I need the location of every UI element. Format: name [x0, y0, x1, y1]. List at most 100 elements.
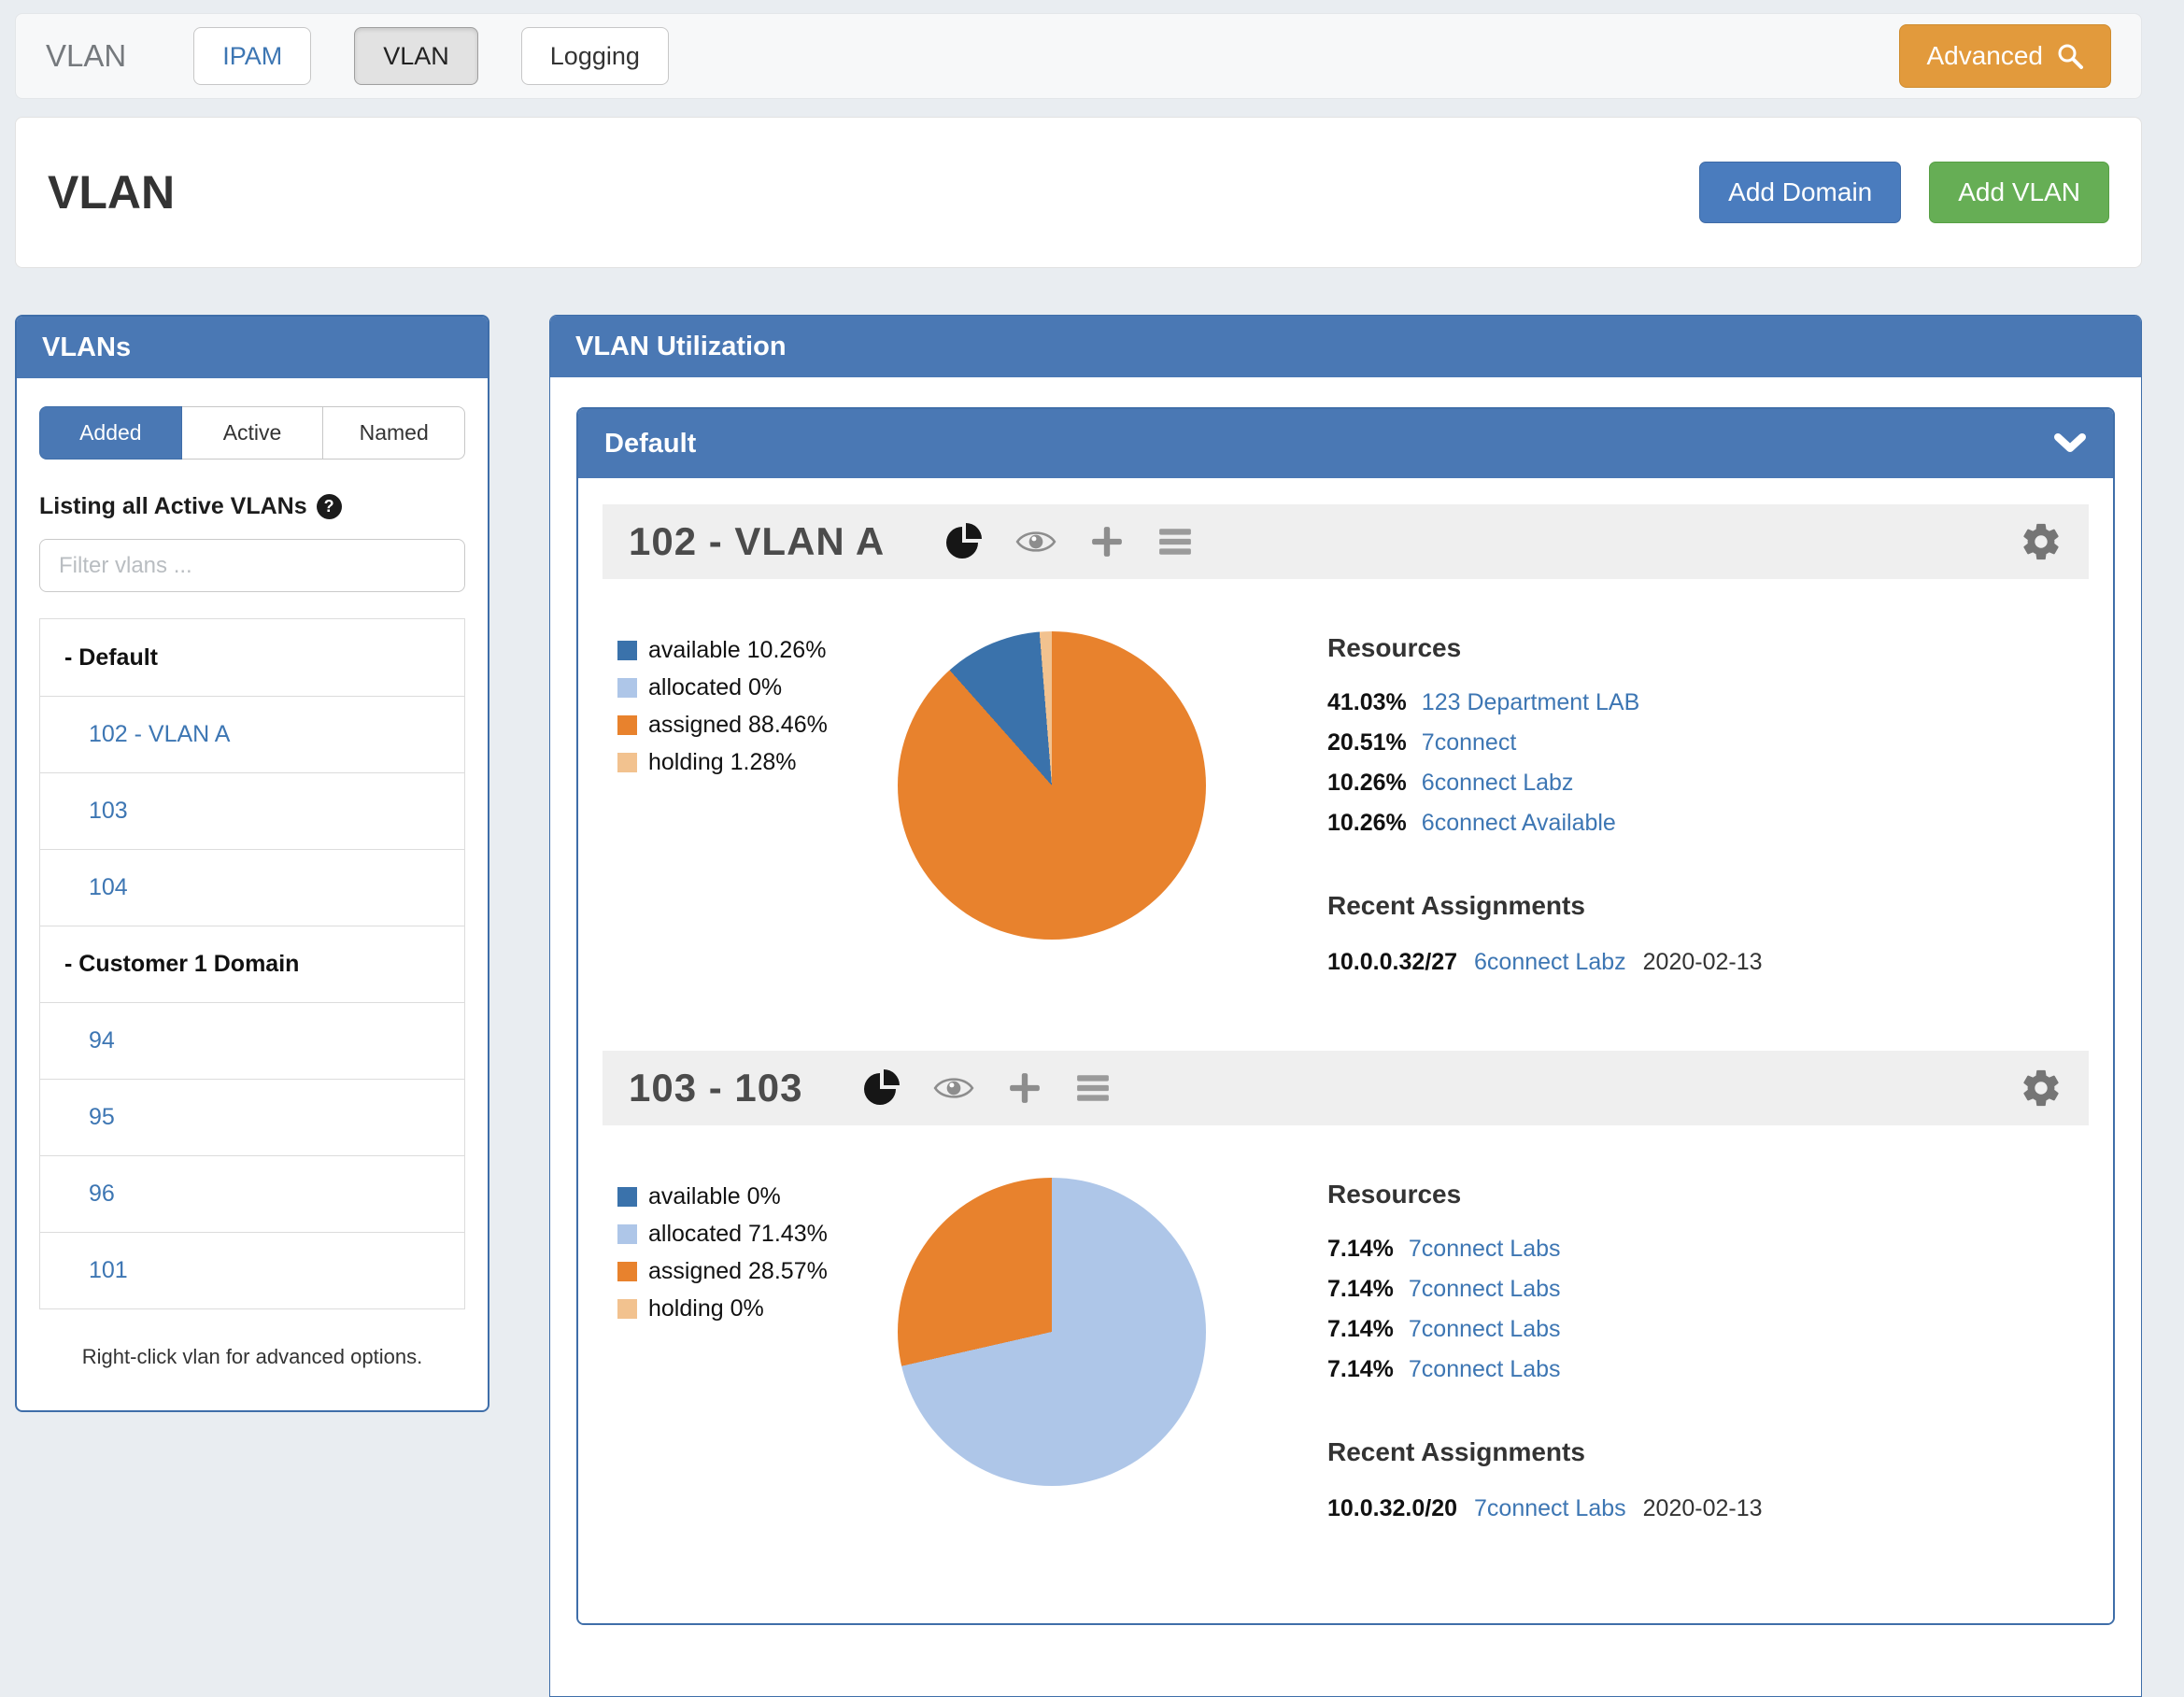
assignment-row: 10.0.0.32/27 6connect Labz 2020-02-13 [1327, 949, 1763, 976]
tab-active[interactable]: Active [182, 406, 324, 460]
resource-link[interactable]: 7connect [1422, 729, 1516, 757]
resource-percent: 7.14% [1327, 1236, 1394, 1263]
vlan-list-item[interactable]: 101 [40, 1232, 464, 1308]
assignment-cidr: 10.0.0.32/27 [1327, 949, 1457, 976]
vlan-list-item[interactable]: 94 [40, 1002, 464, 1079]
legend-item-available[interactable]: available 0% [617, 1183, 898, 1210]
advanced-search-button[interactable]: Advanced [1899, 24, 2111, 88]
resource-link[interactable]: 123 Department LAB [1422, 689, 1639, 716]
vlan-card-body: available 0% allocated 71.43% [603, 1125, 2089, 1554]
utilization-panel-body: Default 102 - VLAN A [550, 377, 2141, 1655]
resource-link[interactable]: 7connect Labs [1409, 1236, 1561, 1263]
tab-named[interactable]: Named [323, 406, 465, 460]
vlan-card-header: 103 - 103 [603, 1051, 2089, 1125]
resource-row: 20.51% 7connect [1327, 729, 1763, 757]
resource-row: 10.26% 6connect Available [1327, 810, 1763, 837]
legend-value: 0% [748, 674, 782, 701]
legend-value: 10.26% [747, 637, 827, 664]
resources-heading: Resources [1327, 633, 1763, 663]
vlans-sidebar-panel: VLANs Added Active Named Listing all Act… [15, 315, 489, 1412]
eye-icon[interactable] [1015, 527, 1057, 557]
legend-label: holding [648, 1295, 724, 1322]
add-vlan-button[interactable]: Add VLAN [1929, 162, 2109, 223]
resource-percent: 7.14% [1327, 1356, 1394, 1383]
top-toolbar: VLAN IPAM VLAN Logging Advanced [15, 13, 2142, 99]
vlan-list-item[interactable]: 104 [40, 849, 464, 926]
resource-row: 7.14% 7connect Labs [1327, 1316, 1763, 1343]
utilization-pie-chart[interactable] [898, 631, 1206, 940]
vlan-list-item[interactable]: 102 - VLAN A [40, 696, 464, 772]
domain-panel-default: Default 102 - VLAN A [576, 407, 2115, 1625]
legend-value: 0% [747, 1183, 781, 1210]
vlan-card-actions [944, 523, 1193, 560]
tab-logging[interactable]: Logging [521, 27, 669, 85]
vlan-list-item[interactable]: 103 [40, 772, 464, 849]
tab-added[interactable]: Added [39, 406, 182, 460]
vlan-list-item[interactable]: 95 [40, 1079, 464, 1155]
resource-row: 41.03% 123 Department LAB [1327, 689, 1763, 716]
assignment-cidr: 10.0.32.0/20 [1327, 1495, 1457, 1522]
legend-label: available [648, 637, 741, 664]
gear-icon[interactable] [2020, 520, 2063, 563]
domain-panel-header[interactable]: Default [578, 409, 2113, 478]
vlan-card-103: 103 - 103 [603, 1051, 2089, 1554]
vlan-card-header: 102 - VLAN A [603, 504, 2089, 579]
legend-item-allocated[interactable]: allocated 71.43% [617, 1221, 898, 1248]
vlan-card-actions [862, 1069, 1111, 1107]
assignment-date: 2020-02-13 [1643, 949, 1763, 976]
resource-link[interactable]: 6connect Labz [1422, 770, 1574, 797]
plus-icon[interactable] [1008, 1071, 1042, 1105]
domain-panel-title: Default [604, 429, 696, 460]
help-icon[interactable]: ? [317, 494, 342, 519]
legend-item-holding[interactable]: holding 1.28% [617, 749, 898, 776]
tab-vlan[interactable]: VLAN [354, 27, 478, 85]
utilization-pie-chart[interactable] [898, 1178, 1206, 1486]
resource-rows: 41.03% 123 Department LAB 20.51% 7connec… [1327, 689, 1763, 837]
legend-value: 1.28% [730, 749, 797, 776]
filter-vlans-input[interactable] [39, 539, 465, 592]
resource-rows: 7.14% 7connect Labs 7.14% 7connect Labs [1327, 1236, 1763, 1383]
resource-link[interactable]: 7connect Labs [1409, 1316, 1561, 1343]
plus-icon[interactable] [1090, 525, 1124, 559]
resource-link[interactable]: 7connect Labs [1409, 1276, 1561, 1303]
tab-ipam[interactable]: IPAM [193, 27, 311, 85]
resource-row: 7.14% 7connect Labs [1327, 1236, 1763, 1263]
sidebar-panel-header: VLANs [17, 317, 488, 378]
legend-swatch-available [617, 641, 637, 660]
legend-item-holding[interactable]: holding 0% [617, 1295, 898, 1322]
resource-link[interactable]: 6connect Available [1422, 810, 1616, 837]
utilization-panel-title: VLAN Utilization [575, 332, 787, 362]
legend-label: assigned [648, 712, 742, 739]
vlan-group-customer1[interactable]: - Customer 1 Domain [40, 926, 464, 1002]
search-icon [2056, 42, 2084, 70]
legend-item-assigned[interactable]: assigned 28.57% [617, 1258, 898, 1285]
vlan-card-body: available 10.26% allocated 0% [603, 579, 2089, 1008]
recent-assignments-heading: Recent Assignments [1327, 1437, 1763, 1467]
pie-chart-icon[interactable] [944, 523, 982, 560]
assignment-link[interactable]: 7connect Labs [1474, 1495, 1626, 1522]
resource-row: 7.14% 7connect Labs [1327, 1356, 1763, 1383]
add-domain-button[interactable]: Add Domain [1699, 162, 1901, 223]
eye-icon[interactable] [933, 1073, 974, 1103]
chevron-down-icon[interactable] [2053, 432, 2087, 455]
assignment-link[interactable]: 6connect Labz [1474, 949, 1626, 976]
legend-item-available[interactable]: available 10.26% [617, 637, 898, 664]
pie-legend: available 10.26% allocated 0% [617, 631, 898, 976]
vlan-card-102: 102 - VLAN A [603, 504, 2089, 1008]
legend-label: allocated [648, 674, 742, 701]
list-icon[interactable] [1075, 1073, 1111, 1103]
vlan-list-item[interactable]: 96 [40, 1155, 464, 1232]
resource-percent: 41.03% [1327, 689, 1407, 716]
list-icon[interactable] [1157, 527, 1193, 557]
legend-swatch-holding [617, 753, 637, 772]
pie-legend: available 0% allocated 71.43% [617, 1178, 898, 1522]
gear-icon[interactable] [2020, 1067, 2063, 1110]
legend-item-allocated[interactable]: allocated 0% [617, 674, 898, 701]
vlan-group-default[interactable]: - Default [40, 619, 464, 696]
legend-label: available [648, 1183, 741, 1210]
legend-swatch-assigned [617, 1262, 637, 1281]
legend-item-assigned[interactable]: assigned 88.46% [617, 712, 898, 739]
legend-value: 71.43% [748, 1221, 828, 1248]
resource-link[interactable]: 7connect Labs [1409, 1356, 1561, 1383]
pie-chart-icon[interactable] [862, 1069, 900, 1107]
